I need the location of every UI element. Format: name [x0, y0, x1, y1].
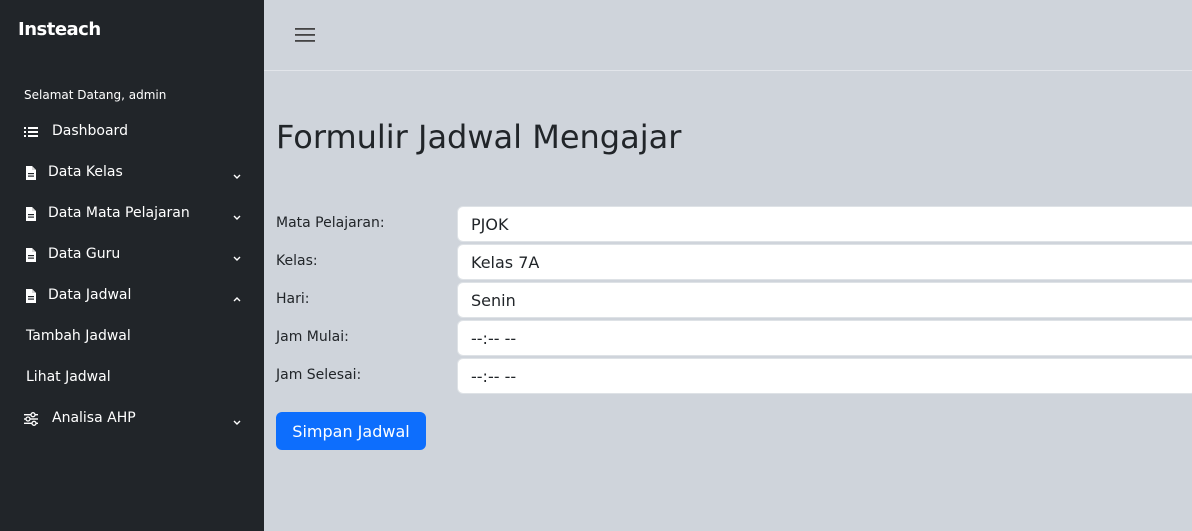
- form-row-mata-pelajaran: Mata Pelajaran: PJOK: [276, 206, 1192, 244]
- chevron-down-icon: [231, 249, 243, 261]
- sidebar: Insteach Selamat Datang, admin Dashboard: [0, 0, 264, 531]
- file-icon: [24, 206, 38, 221]
- list-icon: [24, 124, 38, 138]
- kelas-select[interactable]: Kelas 7A: [457, 244, 1192, 280]
- file-icon: [24, 247, 38, 262]
- sidebar-item-label: Dashboard: [52, 123, 128, 139]
- topbar: [264, 0, 1192, 71]
- mata-pelajaran-label: Mata Pelajaran:: [276, 215, 385, 231]
- jam-mulai-label: Jam Mulai:: [276, 329, 349, 345]
- sliders-icon: [24, 411, 38, 426]
- sidebar-item-analisa-ahp[interactable]: Analisa AHP: [0, 399, 264, 437]
- sidebar-subitem-label: Tambah Jadwal: [26, 328, 131, 344]
- sidebar-item-label: Data Guru: [48, 246, 121, 262]
- chevron-down-icon: [231, 167, 243, 179]
- sidebar-subitem-label: Lihat Jadwal: [26, 369, 111, 385]
- form-row-kelas: Kelas: Kelas 7A: [276, 244, 1192, 282]
- page-title: Formulir Jadwal Mengajar: [276, 118, 682, 156]
- jam-selesai-input[interactable]: --:-- --: [457, 358, 1192, 394]
- jam-mulai-input[interactable]: --:-- --: [457, 320, 1192, 356]
- sidebar-item-data-mata-pelajaran[interactable]: Data Mata Pelajaran: [0, 194, 264, 232]
- sidebar-item-dashboard[interactable]: Dashboard: [0, 112, 264, 150]
- brand-logo[interactable]: Insteach: [18, 19, 101, 40]
- hamburger-menu-icon[interactable]: [294, 24, 316, 46]
- mata-pelajaran-select[interactable]: PJOK: [457, 206, 1192, 242]
- sidebar-subitem-tambah-jadwal[interactable]: Tambah Jadwal: [0, 318, 264, 354]
- sidebar-item-data-jadwal[interactable]: Data Jadwal: [0, 276, 264, 314]
- file-icon: [24, 165, 38, 180]
- sidebar-item-label: Data Jadwal: [48, 287, 132, 303]
- welcome-text: Selamat Datang, admin: [24, 88, 167, 102]
- jam-selesai-label: Jam Selesai:: [276, 367, 362, 383]
- hari-select[interactable]: Senin: [457, 282, 1192, 318]
- sidebar-item-data-kelas[interactable]: Data Kelas: [0, 153, 264, 191]
- sidebar-item-label: Analisa AHP: [52, 410, 136, 426]
- simpan-jadwal-button[interactable]: Simpan Jadwal: [276, 412, 426, 450]
- sidebar-item-label: Data Kelas: [48, 164, 123, 180]
- sidebar-item-label: Data Mata Pelajaran: [48, 205, 190, 221]
- sidebar-item-data-guru[interactable]: Data Guru: [0, 235, 264, 273]
- form-row-jam-mulai: Jam Mulai: --:-- --: [276, 320, 1192, 358]
- chevron-up-icon: [231, 290, 243, 302]
- form-row-hari: Hari: Senin: [276, 282, 1192, 320]
- file-icon: [24, 288, 38, 303]
- kelas-label: Kelas:: [276, 253, 318, 269]
- hari-label: Hari:: [276, 291, 310, 307]
- form-row-jam-selesai: Jam Selesai: --:-- --: [276, 358, 1192, 396]
- chevron-down-icon: [231, 413, 243, 425]
- chevron-down-icon: [231, 208, 243, 220]
- sidebar-subitem-lihat-jadwal[interactable]: Lihat Jadwal: [0, 359, 264, 395]
